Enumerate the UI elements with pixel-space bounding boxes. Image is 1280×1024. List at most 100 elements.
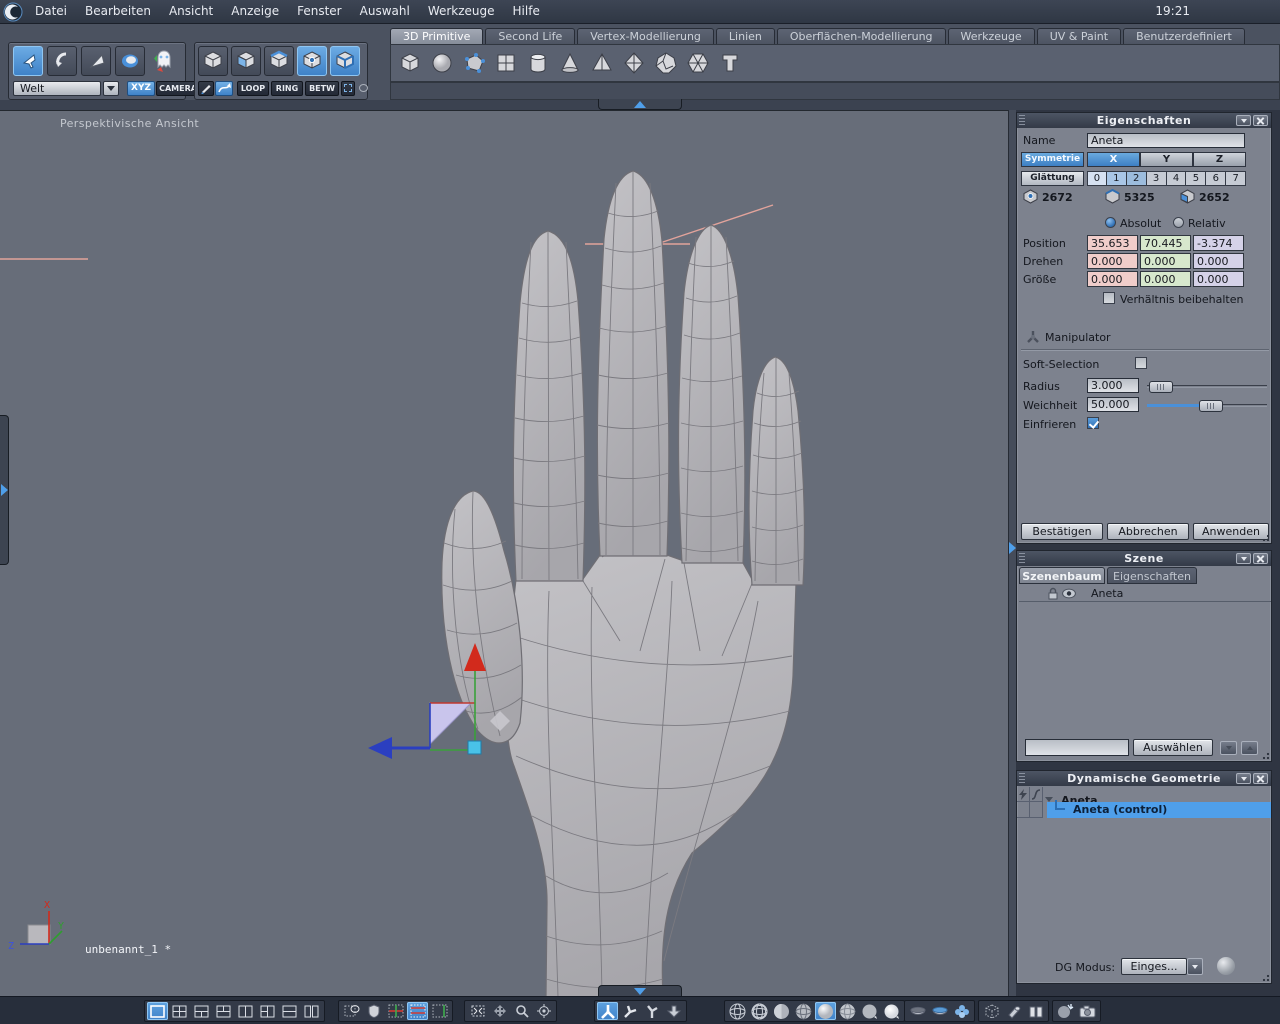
left-collapse-handle[interactable] <box>0 415 9 565</box>
torus-tool-button[interactable] <box>115 46 145 76</box>
tab-second-life[interactable]: Second Life <box>485 28 576 44</box>
symmetry-toggle-button[interactable]: Symmetrie <box>1021 152 1084 167</box>
dg-close-button[interactable] <box>1253 773 1268 784</box>
dg-column-dynamic[interactable] <box>1017 787 1030 802</box>
layout-top-wide-button[interactable] <box>191 1002 212 1020</box>
name-input[interactable] <box>1087 133 1245 148</box>
z-axis-arrow[interactable] <box>368 737 392 759</box>
menu-ansicht[interactable]: Ansicht <box>160 0 222 23</box>
tab-linien[interactable]: Linien <box>715 28 775 44</box>
lasso-select-button[interactable] <box>356 81 370 96</box>
radius-slider-handle[interactable] <box>1149 381 1173 393</box>
menu-auswahl[interactable]: Auswahl <box>351 0 419 23</box>
viewport-3d[interactable]: Perspektivische Ansicht X Y Z unbenannt_… <box>0 110 1008 997</box>
layout-bottom-wide-button[interactable] <box>213 1002 234 1020</box>
symmetry-z-button[interactable]: Z <box>1193 152 1246 167</box>
pan-view-button[interactable] <box>489 1002 510 1020</box>
scroll-up-button[interactable] <box>1241 741 1258 755</box>
smooth-shaded-mode-button[interactable] <box>815 1002 836 1020</box>
tab-szenenbaum[interactable]: Szenenbaum <box>1019 567 1105 584</box>
menu-bearbeiten[interactable]: Bearbeiten <box>76 0 160 23</box>
menu-werkzeuge[interactable]: Werkzeuge <box>419 0 504 23</box>
multi-mode-button[interactable] <box>330 46 360 76</box>
scene-tree-row[interactable]: Aneta <box>1019 585 1271 602</box>
flat-shaded-mode-button[interactable] <box>771 1002 792 1020</box>
glow-mode-button[interactable] <box>881 1002 902 1020</box>
right-panel-divider[interactable] <box>1008 110 1016 996</box>
rotate-z-input[interactable] <box>1193 253 1244 269</box>
dg-mode-select[interactable]: Einges... <box>1121 958 1187 975</box>
render-camera-button[interactable] <box>1077 1002 1098 1020</box>
smoothing-level-4[interactable]: 4 <box>1166 171 1187 186</box>
move-manipulator-button[interactable] <box>619 1002 640 1020</box>
shaded-wire-mode-button[interactable] <box>793 1002 814 1020</box>
tab-benutzerdefiniert[interactable]: Benutzerdefiniert <box>1123 28 1245 44</box>
keep-ratio-checkbox[interactable] <box>1103 292 1115 304</box>
relative-radio[interactable] <box>1173 217 1184 228</box>
apply-button[interactable]: Anwenden <box>1193 523 1269 540</box>
marquee-select-button[interactable] <box>341 81 355 96</box>
softness-input[interactable] <box>1087 397 1139 412</box>
smoothing-level-2[interactable]: 2 <box>1126 171 1147 186</box>
pyramid-primitive-button[interactable] <box>587 48 617 78</box>
world-space-select[interactable]: Welt <box>13 81 101 96</box>
menu-datei[interactable]: Datei <box>26 0 76 23</box>
manipulator-plane-handle[interactable] <box>429 702 473 746</box>
diamond-primitive-button[interactable] <box>619 48 649 78</box>
cube-primitive-button[interactable] <box>395 48 425 78</box>
tab-oberflaechen-modellierung[interactable]: Oberflächen-Modellierung <box>776 28 946 44</box>
resize-grip[interactable] <box>1262 752 1270 760</box>
layout-quad-button[interactable] <box>169 1002 190 1020</box>
grid-snap-vertical-button[interactable] <box>429 1002 450 1020</box>
polygon-primitive-button[interactable] <box>459 48 489 78</box>
scale-tool-button[interactable] <box>81 46 111 76</box>
select-button[interactable]: Auswählen <box>1133 739 1213 756</box>
tab-vertex-modellierung[interactable]: Vertex-Modellierung <box>577 28 714 44</box>
scroll-down-button[interactable] <box>1220 741 1237 755</box>
scene-item-aneta[interactable]: Aneta <box>1091 587 1123 600</box>
dense-wireframe-mode-button[interactable] <box>749 1002 770 1020</box>
bottom-collapse-handle[interactable] <box>598 985 682 996</box>
absolute-radio[interactable] <box>1105 217 1116 228</box>
position-z-input[interactable] <box>1193 235 1244 251</box>
dg-sphere-button[interactable] <box>1217 957 1235 975</box>
paint-select-button[interactable] <box>198 81 214 96</box>
position-x-input[interactable] <box>1087 235 1138 251</box>
cone-primitive-button[interactable] <box>555 48 585 78</box>
rotate-manipulator-button[interactable] <box>641 1002 662 1020</box>
xyz-mode-button[interactable]: XYZ <box>127 81 155 96</box>
tab-3d-primitive[interactable]: 3D Primitive <box>390 28 484 44</box>
wireframe-mode-button[interactable] <box>727 1002 748 1020</box>
polyhedron-primitive-button[interactable] <box>651 48 681 78</box>
cylinder-cut-button[interactable] <box>1003 1002 1024 1020</box>
resize-grip[interactable] <box>1262 534 1270 542</box>
lock-icon[interactable] <box>1047 587 1059 600</box>
smoothing-level-0[interactable]: 0 <box>1087 171 1107 186</box>
rotate-y-input[interactable] <box>1140 253 1191 269</box>
layout-left-split-button[interactable] <box>257 1002 278 1020</box>
resize-grip[interactable] <box>1262 974 1270 982</box>
eye-icon[interactable] <box>1062 588 1076 599</box>
hemisphere-button[interactable] <box>907 1002 928 1020</box>
matte-mode-button[interactable] <box>859 1002 880 1020</box>
panel-grip[interactable] <box>1019 115 1025 126</box>
layout-split-columns-button[interactable] <box>301 1002 322 1020</box>
ring-select-button[interactable]: RING <box>271 81 303 96</box>
soft-selection-checkbox[interactable] <box>1135 357 1147 369</box>
sphere-primitive-button[interactable] <box>427 48 457 78</box>
size-x-input[interactable] <box>1087 271 1138 287</box>
symmetry-x-button[interactable]: X <box>1087 152 1140 167</box>
scale-manipulator-button[interactable] <box>663 1002 684 1020</box>
scene-filter-input[interactable] <box>1025 739 1129 756</box>
hand-model[interactable] <box>441 170 805 997</box>
rotate-x-input[interactable] <box>1087 253 1138 269</box>
loop-select-button[interactable]: LOOP <box>237 81 269 96</box>
radius-input[interactable] <box>1087 378 1139 393</box>
menu-anzeige[interactable]: Anzeige <box>222 0 288 23</box>
scene-menu-button[interactable] <box>1236 553 1251 564</box>
smoothing-level-3[interactable]: 3 <box>1146 171 1167 186</box>
plane-primitive-button[interactable] <box>491 48 521 78</box>
softness-slider[interactable] <box>1147 400 1267 412</box>
panel-grip[interactable] <box>1019 553 1025 564</box>
smooth-wire-mode-button[interactable] <box>837 1002 858 1020</box>
